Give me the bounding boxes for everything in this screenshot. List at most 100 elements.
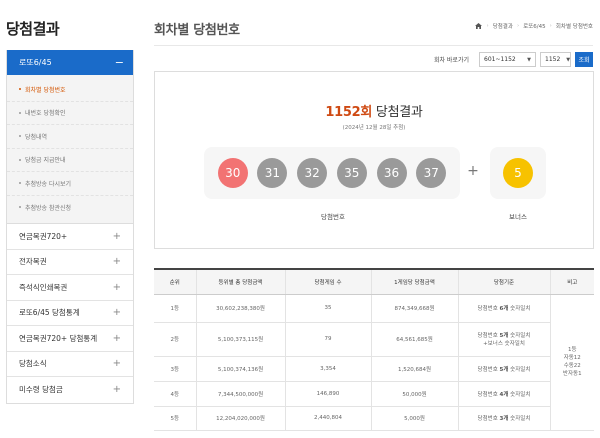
submenu-item-label: 당첨내역 xyxy=(25,133,48,141)
query-button[interactable]: 조회 xyxy=(575,52,593,67)
per-game-prize-cell: 1,520,684원 xyxy=(370,356,458,382)
sidebar-item-unclaimed[interactable]: 미수령 당첨금 + xyxy=(7,377,133,403)
criteria-text: 당첨번호 xyxy=(477,366,500,373)
home-icon[interactable] xyxy=(475,23,483,29)
winning-number-ball: 32 xyxy=(297,158,328,188)
header-divider xyxy=(154,45,593,46)
criteria-cell: 당첨번호 6개 숫자일치 xyxy=(457,294,550,323)
round-range-select[interactable]: 601~1152 ▼ xyxy=(479,52,536,67)
criteria-text: 당첨번호 xyxy=(477,306,500,312)
submenu-item-label: 내번호 당첨확인 xyxy=(25,110,66,118)
table-row: 4등 7,344,500,000원 146,890 50,000원 당첨번호 4… xyxy=(154,381,594,407)
criteria-cell: 당첨번호 5개 숫자일치 xyxy=(457,356,550,382)
draw-result-panel: 1152회 당첨결과 (2024년 12월 28일 추첨) 30 31 32 3… xyxy=(154,71,594,249)
sidebar-item-instant-print[interactable]: 즉석식인쇄복권 + xyxy=(7,275,133,301)
submenu-item-label: 추첨방송 다시보기 xyxy=(25,180,72,188)
bullet-icon xyxy=(19,206,21,209)
total-prize-cell: 5,100,373,115원 xyxy=(195,322,285,357)
bullet-icon xyxy=(19,158,21,161)
winning-numbers-caption: 당첨번호 xyxy=(321,213,345,221)
winning-number-ball: 36 xyxy=(376,158,407,188)
rank-cell: 4등 xyxy=(154,381,196,407)
collapse-icon: − xyxy=(114,56,124,69)
column-header: 등위별 총 당첨금액 xyxy=(195,269,285,295)
winner-count-cell: 35 xyxy=(284,294,371,323)
sidebar: 로또6/45 − 회차별 당첨번호 내번호 당첨확인 당첨내역 당첨금 지급안내… xyxy=(6,50,134,404)
round-number: 1152회 xyxy=(325,105,373,120)
criteria-text: 당첨번호 xyxy=(477,416,500,422)
winner-count-cell: 2,440,804 xyxy=(284,406,371,431)
total-prize-cell: 7,344,500,000원 xyxy=(195,381,285,407)
criteria-cell: 당첨번호 5개 숫자일치 +보너스 숫자일치 xyxy=(457,322,550,357)
total-prize-cell: 30,602,238,380원 xyxy=(195,294,285,323)
note-line: 1등 xyxy=(567,347,577,353)
chevron-down-icon: ▼ xyxy=(527,56,531,63)
criteria-cell: 당첨번호 4개 숫자일치 xyxy=(457,381,550,407)
bonus-caption: 보너스 xyxy=(509,213,527,221)
bullet-icon xyxy=(19,182,21,185)
rank-cell: 1등 xyxy=(154,294,196,323)
chevron-down-icon: ▼ xyxy=(566,56,571,63)
sidebar-item-e-lottery[interactable]: 전자복권 + xyxy=(7,250,133,275)
sidebar-item-label: 연금복권720+ 당첨통계 xyxy=(19,333,98,343)
winning-numbers-panel: 30 31 32 35 36 37 xyxy=(204,147,460,199)
winning-number-ball: 31 xyxy=(257,158,288,188)
sidebar-item-lotto-stats[interactable]: 로또6/45 당첨통계 + xyxy=(7,301,133,326)
sidebar-item-label: 미수령 당첨금 xyxy=(19,385,63,395)
plus-icon: + xyxy=(467,163,479,179)
per-game-prize-cell: 64,561,685원 xyxy=(370,322,458,357)
submenu-item-draw-replay[interactable]: 추첨방송 다시보기 xyxy=(7,172,133,196)
sidebar-title: 당첨결과 xyxy=(6,20,60,38)
expand-icon: + xyxy=(112,384,121,396)
per-game-prize-cell: 50,000원 xyxy=(370,381,458,407)
total-prize-cell: 5,100,374,136원 xyxy=(195,356,285,382)
table-row: 1등 30,602,238,380원 35 874,349,668원 당첨번호 … xyxy=(154,294,594,431)
bullet-icon xyxy=(19,88,21,91)
per-game-prize-cell: 874,349,668원 xyxy=(370,294,458,323)
winning-number-ball: 30 xyxy=(217,158,248,188)
note-line: 자동12 xyxy=(563,355,581,361)
sidebar-item-pension-stats[interactable]: 연금복권720+ 당첨통계 + xyxy=(7,326,133,352)
expand-icon: + xyxy=(112,307,121,319)
breadcrumb-item[interactable]: 로또6/45 xyxy=(523,22,545,30)
sidebar-item-label: 당첨소식 xyxy=(19,359,47,369)
criteria-text: 숫자일치 xyxy=(508,416,531,422)
submenu-item-check-my-numbers[interactable]: 내번호 당첨확인 xyxy=(7,102,133,125)
sidebar-item-pension720[interactable]: 연금복권720+ + xyxy=(7,224,133,250)
sidebar-item-label: 로또6/45 당첨통계 xyxy=(19,308,80,318)
expand-icon: + xyxy=(112,230,121,242)
round-range-value: 601~1152 xyxy=(484,56,516,63)
round-goto-label: 회차 바로가기 xyxy=(433,57,469,64)
criteria-text: 숫자일치 xyxy=(508,306,531,312)
expand-icon: + xyxy=(112,358,121,370)
submenu-item-label: 회차별 당첨번호 xyxy=(25,86,66,94)
bonus-number-ball: 5 xyxy=(503,158,533,188)
bullet-icon xyxy=(19,111,21,114)
table-row: 3등 5,100,374,136원 3,354 1,520,684원 당첨번호 … xyxy=(154,356,594,382)
submenu-item-draw-visit-apply[interactable]: 추첨방송 참관신청 xyxy=(7,196,133,220)
submenu-item-winning-history[interactable]: 당첨내역 xyxy=(7,125,133,149)
round-number-select[interactable]: 1152 ▼ xyxy=(540,52,571,67)
breadcrumb-separator: › xyxy=(516,23,520,29)
rank-cell: 2등 xyxy=(154,322,196,357)
note-cell: 1등 자동12 수동22 반자동1 xyxy=(549,294,594,431)
sidebar-submenu: 회차별 당첨번호 내번호 당첨확인 당첨내역 당첨금 지급안내 추첨방송 다시보… xyxy=(7,75,133,224)
submenu-item-payout-guide[interactable]: 당첨금 지급안내 xyxy=(7,149,133,172)
breadcrumb-item-current: 회차별 당첨번호 xyxy=(555,24,593,30)
winner-count-cell: 3,354 xyxy=(284,356,371,382)
criteria-text: 숫자일치 xyxy=(508,391,531,398)
winner-count-cell: 146,890 xyxy=(284,381,371,407)
submenu-item-label: 당첨금 지급안내 xyxy=(25,157,66,165)
breadcrumb-item[interactable]: 당첨결과 xyxy=(493,22,513,30)
column-header: 비고 xyxy=(549,269,594,295)
bullet-icon xyxy=(19,135,21,138)
breadcrumb: › 당첨결과 › 로또6/45 › 회차별 당첨번호 xyxy=(475,22,593,30)
total-prize-cell: 12,204,020,000원 xyxy=(195,406,285,431)
sidebar-item-lotto645[interactable]: 로또6/45 − xyxy=(7,50,133,75)
result-title-suffix: 당첨결과 xyxy=(372,105,423,120)
sidebar-item-winning-news[interactable]: 당첨소식 + xyxy=(7,352,133,377)
criteria-extra: +보너스 숫자일치 xyxy=(483,341,525,347)
sidebar-item-label: 연금복권720+ xyxy=(19,231,68,241)
submenu-item-round-numbers[interactable]: 회차별 당첨번호 xyxy=(7,78,133,102)
round-selector: 회차 바로가기 601~1152 ▼ 1152 ▼ 조회 xyxy=(434,52,593,67)
